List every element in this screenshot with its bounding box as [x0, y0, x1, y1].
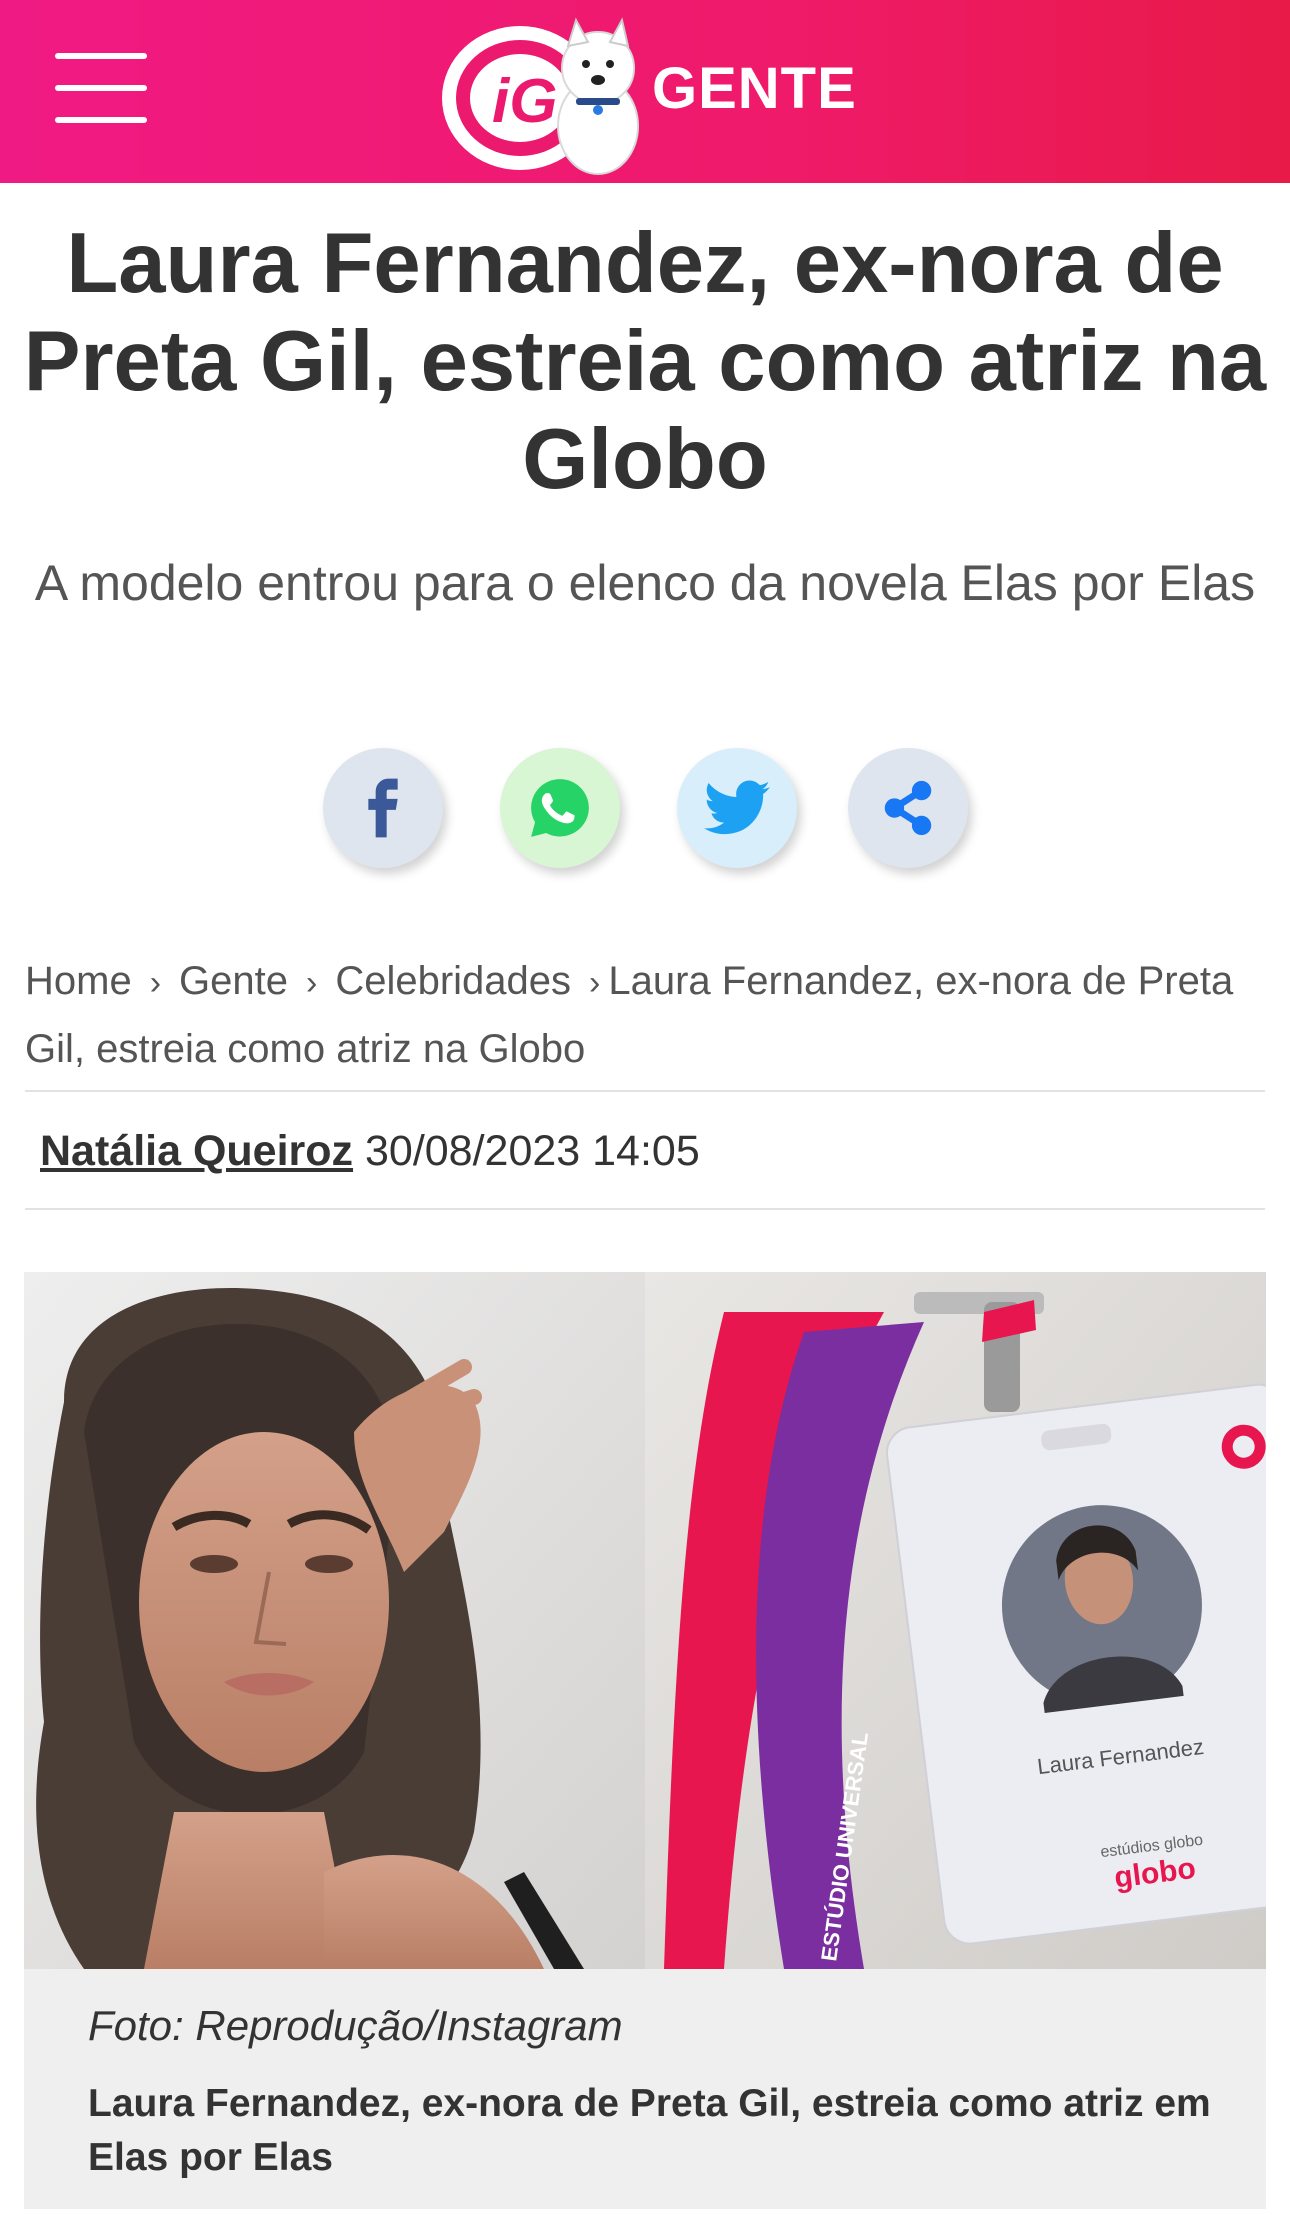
ig-logo[interactable]: iG [438, 6, 648, 178]
breadcrumb-separator-icon: › [589, 964, 601, 1002]
share-generic-button[interactable] [848, 748, 968, 868]
breadcrumb-gente[interactable]: Gente [179, 959, 288, 1003]
share-icon [884, 780, 932, 836]
publish-datetime: 30/08/2023 14:05 [364, 1127, 700, 1175]
photo-caption-box: Foto: Reprodução/Instagram Laura Fernand… [24, 1969, 1266, 2209]
article-subtitle: A modelo entrou para o elenco da novela … [34, 555, 1256, 611]
section-label[interactable]: GENTE [652, 55, 857, 122]
divider [25, 1208, 1265, 1210]
article-photo[interactable]: ESTÚDIO UNIVERSAL Laura Fernandez estúdi… [24, 1272, 1266, 1969]
portrait-photo [24, 1272, 645, 1969]
breadcrumb: Home › Gente › Celebridades › Laura Fernandez,… [25, 948, 1270, 1082]
share-twitter-button[interactable] [677, 748, 797, 868]
hamburger-menu-icon[interactable] [55, 53, 147, 123]
share-facebook-button[interactable] [323, 748, 443, 868]
breadcrumb-home[interactable]: Home [25, 959, 132, 1003]
breadcrumb-separator-icon: › [149, 964, 162, 1002]
photo-credit: Foto: Reprodução/Instagram [88, 2002, 623, 2049]
breadcrumb-celebridades[interactable]: Celebridades [335, 959, 571, 1003]
article-title: Laura Fernandez, ex-nora de Preta Gil, e… [23, 216, 1267, 507]
share-whatsapp-button[interactable] [500, 748, 620, 868]
byline: Natália Queiroz 30/08/2023 14:05 [40, 1123, 700, 1179]
photo-caption: Laura Fernandez, ex-nora de Preta Gil, e… [88, 2082, 1211, 2179]
badge-photo: ESTÚDIO UNIVERSAL Laura Fernandez estúdi… [645, 1272, 1266, 1969]
breadcrumb-separator-icon: › [306, 964, 318, 1002]
author-link[interactable]: Natália Queiroz [40, 1127, 353, 1175]
whatsapp-icon [531, 779, 589, 837]
svg-text:iG: iG [492, 67, 557, 136]
facebook-icon [368, 778, 398, 838]
divider [25, 1090, 1265, 1092]
twitter-icon [704, 780, 770, 835]
site-header: iG GENTE [0, 0, 1290, 183]
